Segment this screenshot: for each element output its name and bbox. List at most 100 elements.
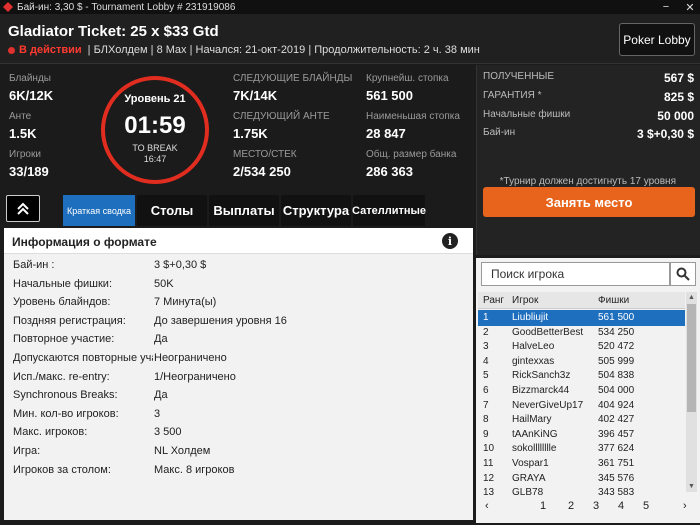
col-player: Игрок [512, 295, 539, 306]
info-row-value: Неограничено [154, 352, 227, 364]
largest-stack-value: 561 500 [366, 88, 413, 103]
tournament-title: Gladiator Ticket: 25 x $33 Gtd [8, 23, 219, 40]
scroll-up-icon[interactable]: ▲ [686, 292, 697, 303]
players-label: Игроки [9, 149, 41, 160]
buyin-row: Бай-ин 3 $+0,30 $ [483, 127, 694, 141]
players-table-header: Ранг Игрок Фишки [478, 292, 685, 309]
tournament-info: | БЛХолдем | 8 Max | Начался: 21-окт-201… [87, 44, 480, 56]
blinds-value: 6K/12K [9, 88, 54, 103]
player-row[interactable]: 9 tAAnKiNG 396 457 [478, 427, 685, 443]
player-name: Bizzmarck44 [512, 385, 570, 396]
status-dot-icon [8, 46, 15, 54]
player-row[interactable]: 5 RickSanch3z 504 838 [478, 368, 685, 384]
level-timer: Уровень 21 01:59 TO BREAK 16:47 [101, 76, 209, 184]
scroll-down-icon[interactable]: ▼ [686, 481, 697, 492]
poker-lobby-button[interactable]: Poker Lobby [619, 23, 695, 56]
players-scrollbar[interactable]: ▲ ▼ [686, 292, 697, 492]
player-row[interactable]: 3 HalveLeo 520 472 [478, 339, 685, 355]
start-chips-row: Начальные фишки 50 000 [483, 109, 694, 123]
player-chips: 504 000 [598, 385, 635, 396]
player-rank: 9 [483, 428, 489, 440]
pager-next-button[interactable]: › [683, 500, 687, 512]
blinds-label: Блайнды [9, 73, 51, 84]
player-rank: 12 [483, 472, 495, 484]
info-row-value: До завершения уровня 16 [154, 314, 287, 327]
player-row[interactable]: 7 NeverGiveUp17 404 924 [478, 398, 685, 414]
info-icon[interactable]: i [442, 233, 458, 249]
player-rank: 7 [483, 399, 489, 411]
tab-satellites[interactable]: Сателлитные [352, 195, 426, 226]
player-chips: 504 838 [598, 370, 635, 382]
player-row[interactable]: 6 Bizzmarck44 504 000 [478, 383, 685, 399]
total-bank-label: Общ. размер банка [366, 149, 457, 160]
smallest-stack-value: 28 847 [366, 126, 406, 141]
player-row[interactable]: 11 Vospar1 361 751 [478, 456, 685, 472]
info-row: Допускаются повторные участияНеограничен… [4, 350, 473, 368]
player-name: RickSanch3z [512, 370, 571, 382]
next-blinds-value: 7K/14K [233, 88, 278, 103]
ante-label: Анте [9, 111, 32, 122]
tab-payouts[interactable]: Выплаты [209, 195, 279, 226]
format-info-title: Информация о формате [12, 235, 157, 249]
pager-page-1[interactable]: 1 [540, 500, 546, 512]
info-row-value: 3 $+0,30 $ [154, 259, 207, 271]
players-pager: ‹ 1 2 3 4 5 › [478, 496, 697, 518]
take-seat-button[interactable]: Занять место [483, 187, 695, 217]
info-row: Начальные фишки: 50K [4, 276, 473, 294]
player-name: HailMary [512, 414, 552, 426]
player-row[interactable]: 1 Liubliujit 561 500 [478, 310, 685, 326]
received-label: ПОЛУЧЕННЫЕ [483, 71, 555, 82]
info-row: Мин. кол-во игроков: 3 [4, 406, 473, 424]
double-chevron-up-icon [17, 202, 29, 215]
guarantee-note: *Турнир должен достигнуть 17 уровня [499, 176, 676, 187]
player-name: GRAYA [512, 472, 546, 484]
close-button[interactable]: ✕ [680, 0, 700, 14]
tab-tables[interactable]: Столы [137, 195, 207, 226]
player-chips: 396 457 [598, 428, 635, 440]
player-chips: 534 250 [598, 326, 635, 338]
info-row-value: 1/Неограничено [154, 370, 236, 383]
scroll-thumb[interactable] [687, 304, 696, 412]
player-row[interactable]: 2 GoodBetterBest 534 250 [478, 325, 685, 341]
pager-page-5[interactable]: 5 [643, 500, 649, 512]
info-row-value: Да [154, 389, 168, 402]
info-row-key: Начальные фишки: [13, 277, 113, 290]
player-name: gintexxas [512, 355, 555, 367]
window-title-bar: Бай-ин: 3,30 $ - Tournament Lobby # 2319… [0, 0, 700, 14]
info-row-value: 50K [154, 277, 174, 290]
player-chips: 520 472 [598, 341, 635, 353]
player-row[interactable]: 4 gintexxas 505 999 [478, 354, 685, 370]
place-stack-value: 2/534 250 [233, 164, 291, 179]
info-row: Бай-ин : 3 $+0,30 $ [4, 257, 473, 275]
info-row: Уровень блайндов: 7 Минута(ы) [4, 294, 473, 312]
info-row: Макс. игроков: 3 500 [4, 424, 473, 442]
minimize-button[interactable]: − [656, 0, 676, 14]
search-button[interactable] [670, 262, 696, 286]
smallest-stack-label: Наименьшая стопка [366, 111, 460, 122]
guarantee-label: ГАРАНТИЯ * [483, 90, 542, 101]
player-rank: 1 [483, 312, 489, 323]
pager-page-4[interactable]: 4 [618, 500, 624, 512]
tab-structure[interactable]: Структура [281, 195, 351, 226]
next-ante-label: СЛЕДУЮЩИЙ АНТЕ [233, 111, 330, 122]
timer-break-time: 16:47 [143, 154, 167, 164]
info-row-key: Повторное участие: [13, 333, 115, 346]
player-chips: 361 751 [598, 458, 635, 469]
pager-page-2[interactable]: 2 [568, 500, 574, 512]
player-row[interactable]: 12 GRAYA 345 576 [478, 471, 685, 487]
start-chips-label: Начальные фишки [483, 109, 571, 120]
pager-page-3[interactable]: 3 [593, 500, 599, 512]
info-row: Повторное участие: Да [4, 331, 473, 349]
player-search-input[interactable]: Поиск игрока [481, 262, 670, 286]
player-chips: 402 427 [598, 414, 635, 426]
player-chips: 404 924 [598, 399, 635, 411]
info-row-key: Бай-ин : [13, 259, 55, 271]
player-row[interactable]: 10 sokolllllllle 377 624 [478, 441, 685, 457]
received-row: ПОЛУЧЕННЫЕ 567 $ [483, 71, 694, 85]
collapse-button[interactable] [6, 195, 40, 222]
player-rank: 4 [483, 355, 489, 367]
tab-summary[interactable]: Краткая сводка [63, 195, 135, 226]
buyin-label: Бай-ин [483, 127, 516, 138]
pager-prev-button[interactable]: ‹ [485, 500, 489, 512]
player-row[interactable]: 8 HailMary 402 427 [478, 412, 685, 428]
